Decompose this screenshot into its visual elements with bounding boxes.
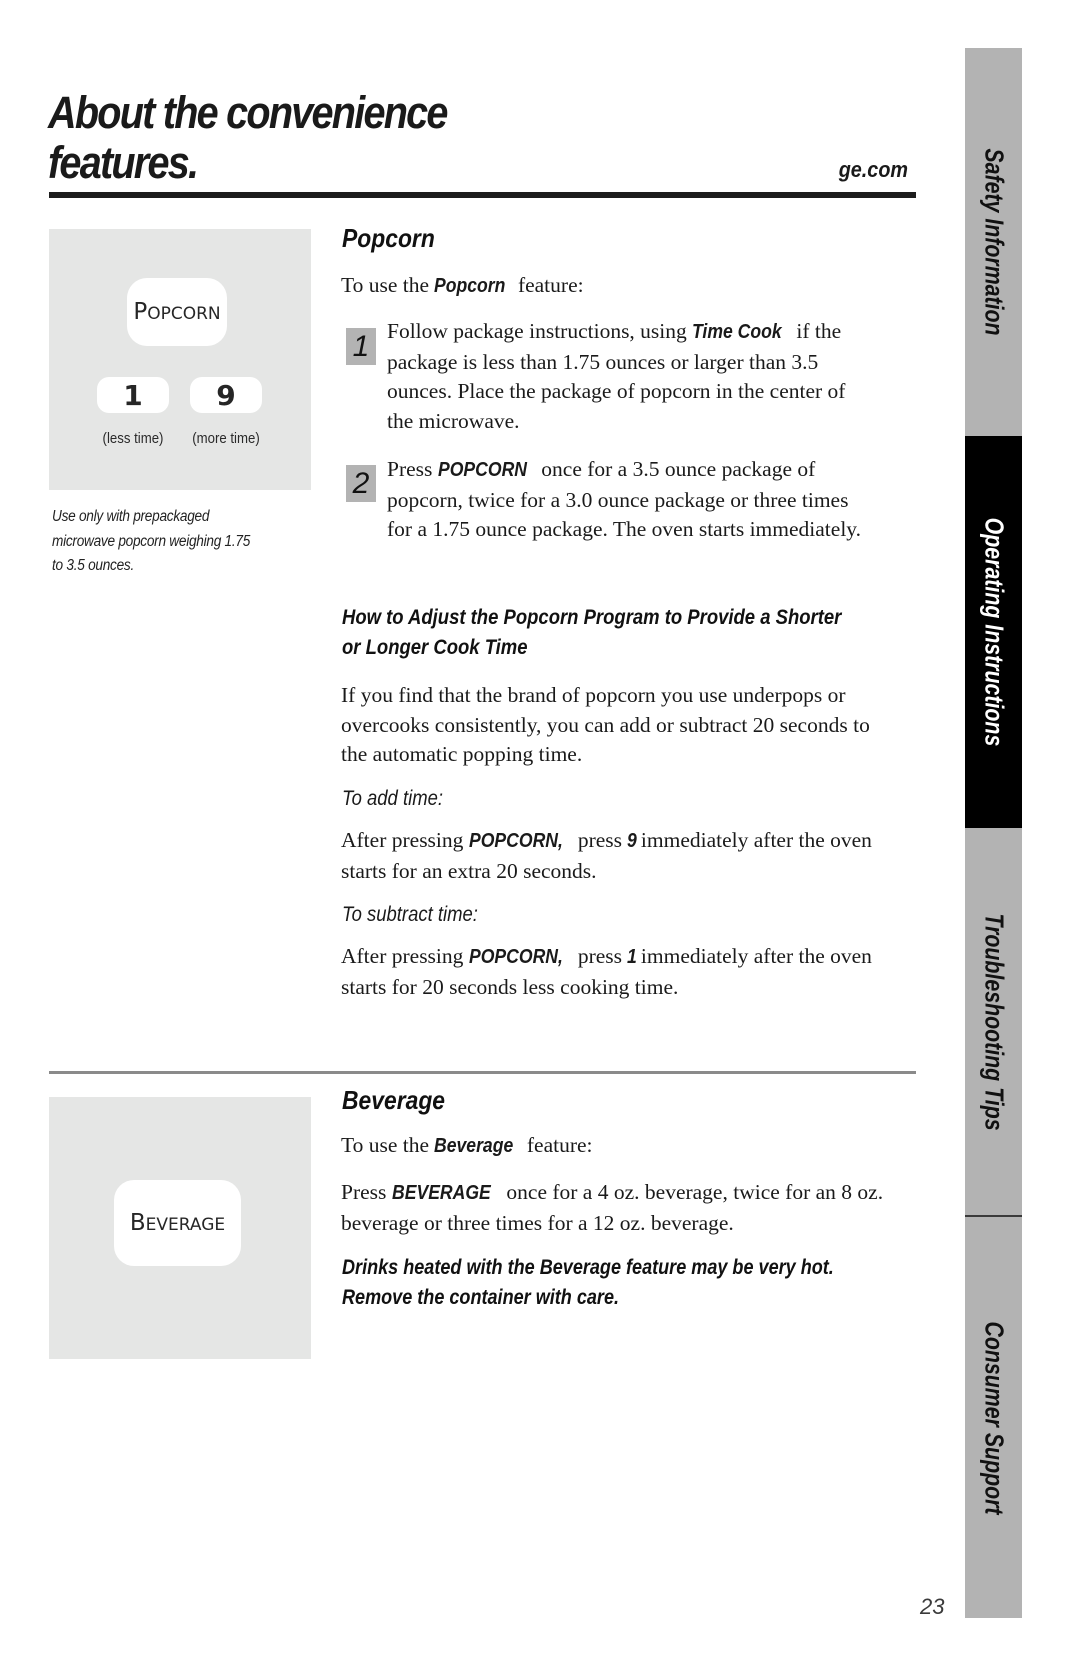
- tab-safety-information[interactable]: Safety Information: [965, 48, 1022, 436]
- subtract-middle: press: [572, 944, 628, 968]
- beverage-body-em: BEVERAGE: [391, 1182, 491, 1204]
- step-1-em: Time Cook: [692, 321, 782, 343]
- less-time-key: 1: [97, 377, 169, 413]
- more-time-caption: (more time): [192, 430, 260, 447]
- beverage-body-prefix: Press: [341, 1180, 392, 1204]
- subtract-em-popcorn: POPCORN,: [468, 946, 563, 968]
- popcorn-panel-illustration: POPCORN 1 9 (less time) (more time): [49, 229, 311, 490]
- page-title: About the convenience features.: [48, 87, 448, 188]
- popcorn-intro-prefix: To use the: [341, 273, 430, 297]
- step-2-em: POPCORN: [437, 459, 527, 481]
- subtract-em-key: 1: [627, 946, 638, 968]
- tab-operating-instructions[interactable]: Operating Instructions: [965, 436, 1022, 828]
- popcorn-intro: To use the Popcorn feature:: [341, 271, 901, 302]
- tab-label: Operating Instructions: [979, 517, 1009, 747]
- beverage-body: Press BEVERAGE once for a 4 oz. beverage…: [341, 1178, 901, 1238]
- tab-label: Troubleshooting Tips: [979, 913, 1009, 1131]
- popcorn-key-label: POPCORN: [133, 299, 221, 325]
- add-em-popcorn: POPCORN,: [468, 830, 563, 852]
- step-2-prefix: Press: [387, 457, 438, 481]
- tab-troubleshooting-tips[interactable]: Troubleshooting Tips: [965, 828, 1022, 1216]
- popcorn-intro-suffix: feature:: [517, 273, 584, 297]
- popcorn-step-2: Press POPCORN once for a 3.5 ounce packa…: [387, 455, 877, 545]
- beverage-intro-prefix: To use the: [341, 1133, 430, 1157]
- tab-consumer-support[interactable]: Consumer Support: [965, 1217, 1022, 1618]
- beverage-panel-illustration: BEVERAGE: [49, 1097, 311, 1359]
- popcorn-key: POPCORN: [127, 278, 227, 346]
- subtract-time-body: After pressing POPCORN, press 1 immediat…: [341, 942, 881, 1002]
- page-title-line-1: About the convenience: [48, 87, 448, 138]
- subtract-time-label: To subtract time:: [342, 903, 478, 926]
- step-badge-1: 1: [346, 328, 376, 365]
- popcorn-step-1: Follow package instructions, using Time …: [387, 317, 867, 436]
- site-link[interactable]: ge.com: [839, 157, 908, 183]
- beverage-intro: To use the Beverage feature:: [341, 1131, 901, 1162]
- beverage-key-label: BEVERAGE: [129, 1210, 226, 1236]
- less-time-caption: (less time): [102, 430, 164, 447]
- beverage-key: BEVERAGE: [114, 1180, 241, 1266]
- popcorn-heading: Popcorn: [342, 223, 435, 253]
- less-time-key-label: 1: [123, 378, 143, 412]
- page-title-line-2: features.: [48, 137, 199, 188]
- tab-label: Safety Information: [979, 148, 1009, 336]
- popcorn-usage-note: Use only with prepackaged microwave popc…: [52, 508, 251, 574]
- add-time-body: After pressing POPCORN, press 9 immediat…: [341, 826, 881, 886]
- add-middle: press: [572, 828, 628, 852]
- beverage-intro-suffix: feature:: [521, 1133, 593, 1157]
- page-number: 23: [920, 1594, 945, 1619]
- step-1-prefix: Follow package instructions, using: [387, 319, 693, 343]
- title-rule: [49, 192, 916, 198]
- more-time-key: 9: [190, 377, 262, 413]
- section-divider: [49, 1071, 916, 1074]
- add-em-key: 9: [627, 830, 638, 852]
- beverage-heading: Beverage: [342, 1085, 446, 1115]
- tab-label: Consumer Support: [979, 1320, 1009, 1515]
- section-tabs: Safety Information Operating Instruction…: [965, 48, 1022, 1618]
- beverage-intro-em: Beverage: [434, 1135, 514, 1157]
- adjust-heading: How to Adjust the Popcorn Program to Pro…: [342, 606, 842, 659]
- more-time-key-label: 9: [216, 378, 236, 412]
- step-badge-2: 2: [346, 465, 376, 502]
- add-time-label: To add time:: [342, 787, 444, 810]
- adjust-body: If you find that the brand of popcorn yo…: [341, 683, 870, 766]
- beverage-warning: Drinks heated with the Beverage feature …: [342, 1256, 834, 1309]
- popcorn-intro-em: Popcorn: [434, 275, 506, 297]
- subtract-prefix: After pressing: [341, 944, 469, 968]
- add-prefix: After pressing: [341, 828, 469, 852]
